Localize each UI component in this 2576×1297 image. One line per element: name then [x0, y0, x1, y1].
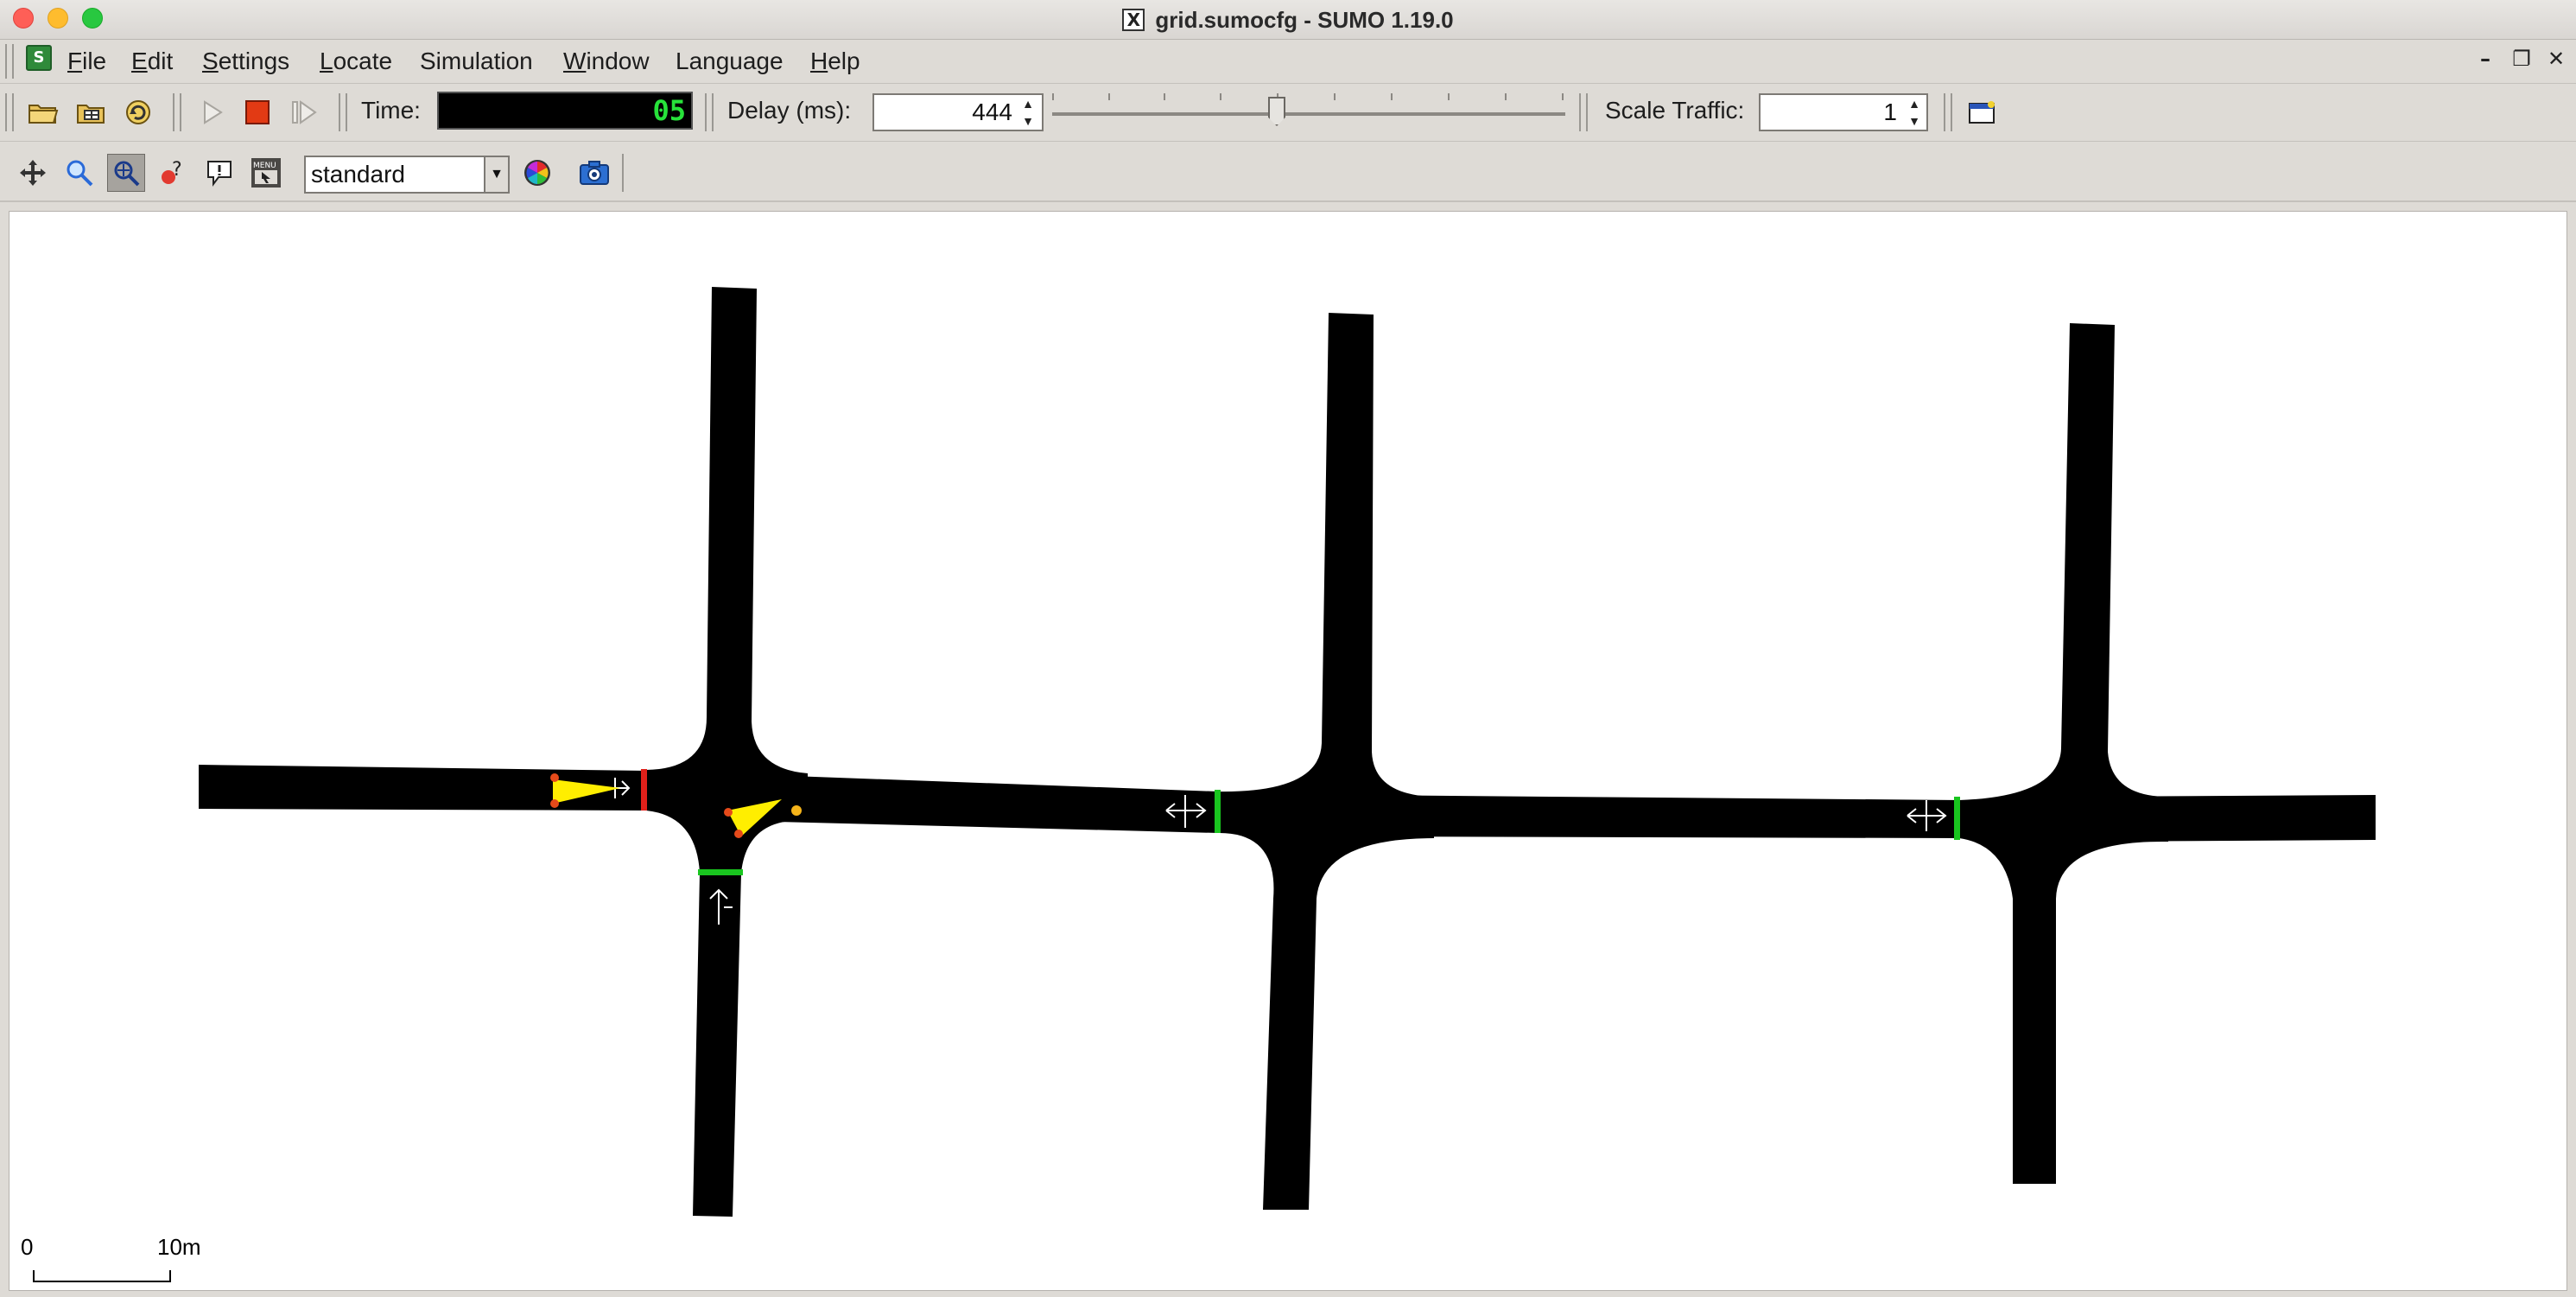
signal-red-west: [641, 769, 647, 811]
road-network: [199, 287, 2376, 1217]
junction-east: [1959, 323, 2168, 1184]
junction-center: [1216, 313, 1434, 1210]
scale-end-label: 10m: [157, 1234, 201, 1260]
junction-west: [646, 287, 808, 1217]
road-center-east: [1348, 795, 1961, 838]
signal-green-center: [1215, 790, 1221, 833]
scale-bar: [33, 1270, 171, 1282]
scale-start-label: 0: [21, 1234, 34, 1260]
signal-green-east: [1954, 797, 1960, 840]
signal-green-south: [698, 869, 743, 875]
road-center-west: [743, 774, 1218, 833]
